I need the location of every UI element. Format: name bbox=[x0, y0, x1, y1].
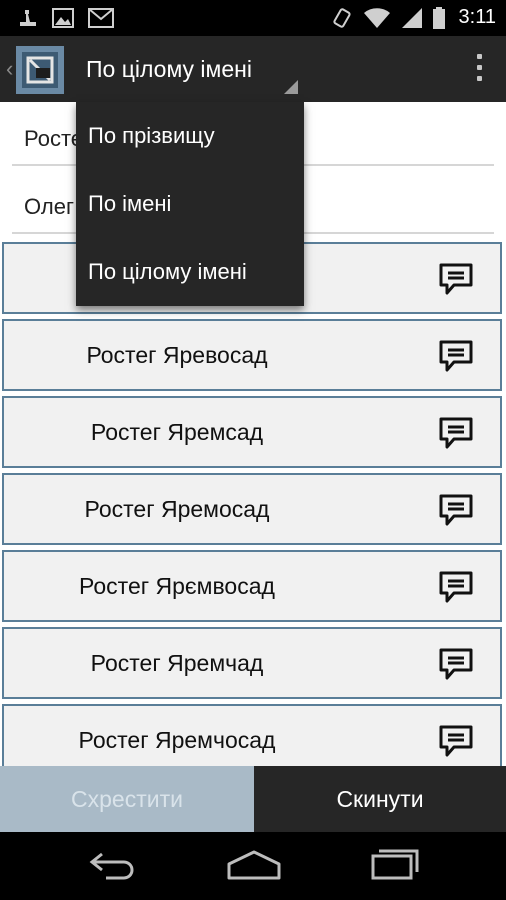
recents-icon[interactable] bbox=[370, 846, 420, 882]
cross-button[interactable]: Схрестити bbox=[0, 766, 254, 832]
bottom-button-bar: Схрестити Скинути bbox=[0, 766, 506, 832]
dropdown-item-name[interactable]: По імені bbox=[76, 170, 304, 238]
reset-button[interactable]: Скинути bbox=[254, 766, 506, 832]
mail-icon bbox=[88, 8, 114, 28]
overflow-menu-icon[interactable] bbox=[474, 54, 484, 86]
message-icon[interactable] bbox=[438, 416, 474, 450]
list-item[interactable]: Ростег Яревосад bbox=[2, 319, 502, 391]
status-left-icons bbox=[18, 8, 114, 28]
signal-icon bbox=[401, 7, 422, 28]
action-bar: ‹ По цілому імені bbox=[0, 36, 506, 102]
wifi-icon bbox=[363, 7, 390, 28]
spinner-arrow-icon bbox=[284, 80, 298, 94]
message-icon[interactable] bbox=[438, 724, 474, 758]
dropdown-item-surname[interactable]: По прізвищу bbox=[76, 102, 304, 170]
sort-mode-spinner[interactable]: По цілому імені bbox=[74, 36, 304, 102]
home-icon[interactable] bbox=[226, 846, 282, 882]
results-list: Ростег Яревосад Ростег Яремсад Ростег Яр… bbox=[0, 242, 506, 766]
list-item[interactable]: Ростег Яремчад bbox=[2, 627, 502, 699]
back-icon[interactable] bbox=[88, 846, 138, 882]
action-bar-title: По цілому імені bbox=[86, 55, 252, 82]
up-caret-icon[interactable]: ‹ bbox=[6, 56, 13, 82]
message-icon[interactable] bbox=[438, 570, 474, 604]
list-item-name: Ростег Яремосад bbox=[84, 496, 270, 522]
list-item-name: Ростег Яревосад bbox=[86, 342, 268, 368]
status-bar: 3:11 bbox=[0, 0, 506, 36]
usb-debug-icon bbox=[20, 10, 36, 26]
message-icon[interactable] bbox=[438, 339, 474, 373]
list-item-name: Ростег Яремсад bbox=[90, 419, 264, 445]
list-item-name: Ростег Ярємвосад bbox=[79, 573, 275, 599]
sort-mode-dropdown: По прізвищу По імені По цілому імені bbox=[76, 102, 304, 306]
message-icon[interactable] bbox=[438, 647, 474, 681]
list-item[interactable]: Ростег Ярємвосад bbox=[2, 550, 502, 622]
status-right-icons: 3:11 bbox=[331, 6, 496, 29]
battery-icon bbox=[432, 6, 445, 29]
message-icon[interactable] bbox=[438, 493, 474, 527]
image-icon bbox=[52, 8, 74, 28]
list-item[interactable]: Ростег Яремосад bbox=[2, 473, 502, 545]
vibrate-icon bbox=[332, 7, 351, 28]
message-icon[interactable] bbox=[438, 262, 474, 296]
list-item[interactable]: Ростег Яремсад bbox=[2, 396, 502, 468]
navigation-bar bbox=[0, 832, 506, 900]
list-item-name: Ростег Яремчад bbox=[90, 650, 264, 676]
status-time: 3:11 bbox=[458, 6, 496, 28]
list-item[interactable]: Ростег Яремчосад bbox=[2, 704, 502, 766]
dropdown-item-full-name[interactable]: По цілому імені bbox=[76, 238, 304, 306]
list-item-name: Ростег Яремчосад bbox=[78, 727, 276, 753]
app-logo-icon[interactable] bbox=[16, 46, 64, 94]
